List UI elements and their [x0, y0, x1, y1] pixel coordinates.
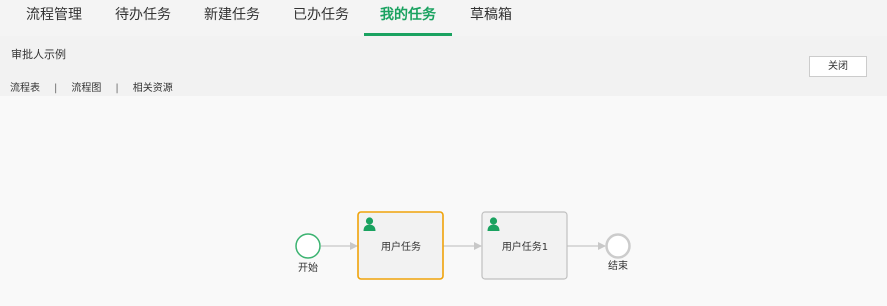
subnav-process-table[interactable]: 流程表	[10, 83, 40, 94]
tab-new-task[interactable]: 新建任务	[192, 0, 272, 36]
subnav-separator: |	[115, 83, 119, 94]
sub-navigation: 流程表 | 流程图 | 相关资源	[10, 79, 173, 94]
user-task-node[interactable]: 用户任务	[357, 211, 444, 280]
page-title: 审批人示例	[11, 48, 66, 61]
close-button[interactable]: 关闭	[809, 56, 867, 77]
end-event-label: 结束	[608, 259, 628, 272]
detail-header: 审批人示例 关闭 流程表 | 流程图 | 相关资源	[0, 36, 887, 96]
tab-drafts[interactable]: 草稿箱	[459, 0, 523, 36]
user-task-label: 用户任务	[381, 240, 421, 253]
tab-my-tasks[interactable]: 我的任务	[364, 0, 452, 36]
end-event[interactable]	[605, 233, 631, 259]
tab-pending-tasks[interactable]: 待办任务	[103, 0, 183, 36]
start-event[interactable]	[295, 233, 321, 259]
tab-done-tasks[interactable]: 已办任务	[281, 0, 361, 36]
tab-process-management[interactable]: 流程管理	[14, 0, 94, 36]
subnav-related-resources[interactable]: 相关资源	[133, 83, 173, 94]
subnav-separator: |	[54, 83, 58, 94]
start-event-label: 开始	[298, 261, 318, 274]
process-diagram: 开始 用户任务 用户任务1 结束	[295, 211, 631, 280]
user-task-1-label: 用户任务1	[502, 240, 548, 253]
subnav-process-diagram[interactable]: 流程图	[71, 83, 101, 94]
process-diagram-canvas: 开始 用户任务 用户任务1 结束	[0, 96, 887, 306]
user-task-1-node[interactable]: 用户任务1	[481, 211, 568, 280]
top-tab-bar: 流程管理 待办任务 新建任务 已办任务 我的任务 草稿箱	[0, 0, 887, 36]
